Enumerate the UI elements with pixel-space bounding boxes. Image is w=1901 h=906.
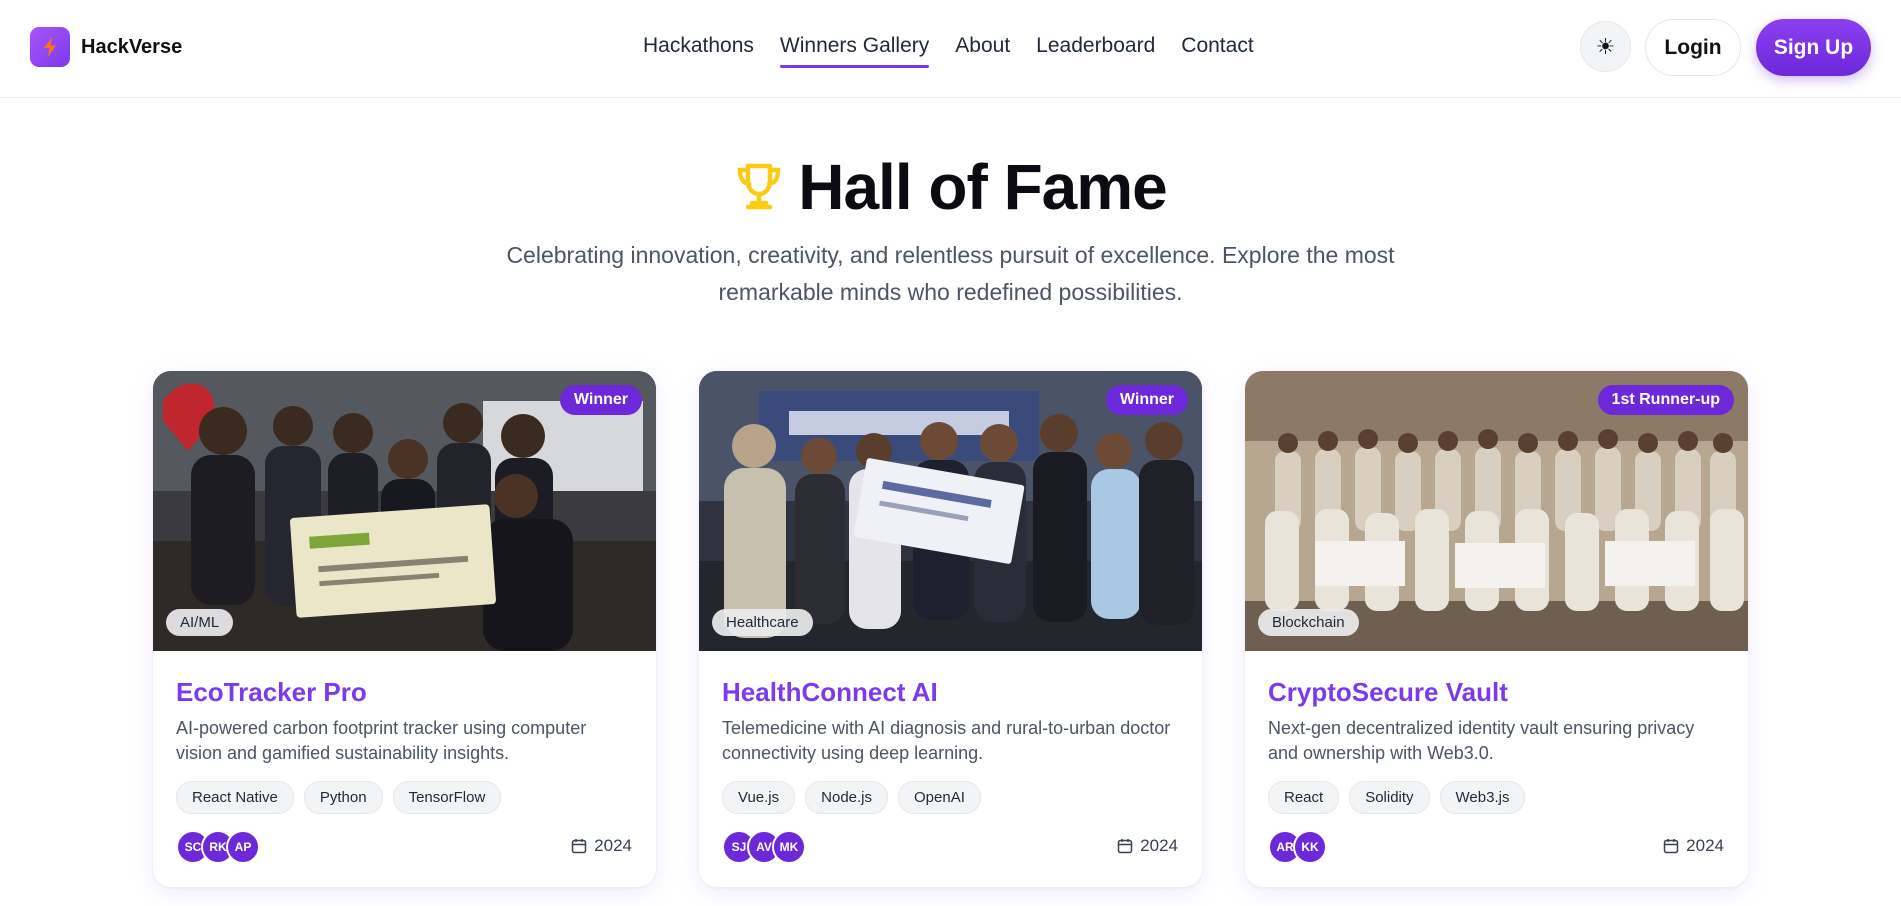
project-photo: Winner Healthcare	[699, 371, 1202, 651]
project-year: 2024	[1117, 836, 1178, 856]
signup-button[interactable]: Sign Up	[1756, 19, 1871, 76]
tech-tags: Vue.js Node.js OpenAI	[722, 781, 981, 814]
calendar-icon	[1117, 839, 1133, 854]
trophy-icon	[737, 163, 781, 210]
tech-tags: React Solidity Web3.js	[1268, 781, 1526, 814]
login-button[interactable]: Login	[1645, 19, 1741, 76]
project-description: Next-gen decentralized identity vault en…	[1268, 718, 1695, 763]
nav-about[interactable]: About	[955, 34, 1010, 68]
avatar[interactable]: KK	[1293, 830, 1327, 864]
project-title[interactable]: CryptoSecure Vault	[1268, 677, 1508, 708]
year-label: 2024	[1686, 836, 1724, 855]
brand-name: HackVerse	[81, 35, 183, 58]
team-avatars: SC RK AP	[176, 830, 260, 864]
project-year: 2024	[571, 836, 632, 856]
page-subtitle: Celebrating innovation, creativity, and …	[506, 242, 1395, 305]
project-year: 2024	[1663, 836, 1724, 856]
tech-tag: React Native	[176, 781, 294, 814]
team-avatars: SJ AV MK	[722, 830, 806, 864]
page-title-text: Hall of Fame	[798, 151, 1168, 223]
avatar[interactable]: MK	[772, 830, 806, 864]
lightning-icon	[30, 27, 70, 67]
tech-tag: Solidity	[1349, 781, 1430, 814]
calendar-icon	[1663, 839, 1679, 854]
tech-tag: TensorFlow	[392, 781, 502, 814]
tech-tag: Python	[303, 781, 383, 814]
brand-logo[interactable]: HackVerse	[30, 27, 182, 67]
tech-tag: Node.js	[805, 781, 888, 814]
team-avatars: AR KK	[1268, 830, 1327, 864]
tech-tags: React Native Python TensorFlow	[176, 781, 502, 814]
project-description: AI-powered carbon footprint tracker usin…	[176, 718, 587, 763]
nav-hackathons[interactable]: Hackathons	[643, 34, 754, 68]
rank-badge: Winner	[559, 385, 642, 415]
sun-icon: ☀	[1595, 33, 1616, 59]
project-card[interactable]: 1st Runner-up Blockchain CryptoSecure Va…	[1245, 371, 1748, 887]
year-label: 2024	[1140, 836, 1178, 855]
nav-winners-gallery[interactable]: Winners Gallery	[779, 34, 930, 68]
page-title: Hall of Fame	[0, 150, 1901, 224]
project-description: Telemedicine with AI diagnosis and rural…	[722, 718, 1171, 763]
project-title[interactable]: HealthConnect AI	[722, 677, 938, 708]
year-label: 2024	[594, 836, 632, 855]
project-photo: 1st Runner-up Blockchain	[1245, 371, 1748, 651]
category-badge: Blockchain	[1258, 609, 1359, 636]
project-title[interactable]: EcoTracker Pro	[176, 677, 367, 708]
tech-tag: React	[1268, 781, 1340, 814]
top-navbar: HackVerse Hackathons Winners Gallery Abo…	[0, 0, 1901, 98]
calendar-icon	[571, 839, 587, 854]
main-nav: Hackathons Winners Gallery About Leaderb…	[643, 34, 1254, 68]
tech-tag: Vue.js	[722, 781, 796, 814]
nav-contact[interactable]: Contact	[1181, 34, 1253, 68]
tech-tag: OpenAI	[898, 781, 981, 814]
rank-badge: Winner	[1105, 385, 1188, 415]
project-card[interactable]: Winner AI/ML EcoTracker Pro AI-powered c…	[153, 371, 656, 887]
nav-leaderboard[interactable]: Leaderboard	[1036, 34, 1155, 68]
theme-toggle-button[interactable]: ☀	[1580, 21, 1631, 72]
category-badge: AI/ML	[166, 609, 234, 636]
project-card[interactable]: Winner Healthcare HealthConnect AI Telem…	[699, 371, 1202, 887]
project-photo: Winner AI/ML	[153, 371, 656, 651]
avatar[interactable]: AP	[226, 830, 260, 864]
tech-tag: Web3.js	[1439, 781, 1526, 814]
rank-badge: 1st Runner-up	[1597, 385, 1734, 415]
category-badge: Healthcare	[712, 609, 813, 636]
